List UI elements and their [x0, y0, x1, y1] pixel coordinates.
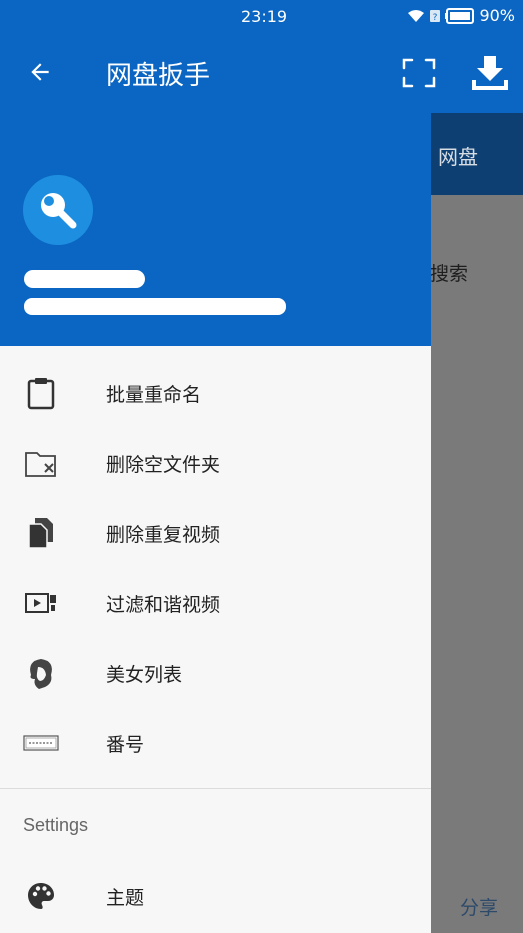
avatar[interactable] [23, 175, 93, 245]
duplicate-files-icon [22, 514, 60, 552]
svg-text:?: ? [433, 13, 438, 23]
menu-item-delete-duplicate-videos[interactable]: 删除重复视频 [0, 498, 431, 568]
menu-item-label: 番号 [106, 733, 145, 756]
menu-item-beauty-list[interactable]: 美女列表 [0, 638, 431, 708]
palette-icon [22, 877, 60, 915]
status-icons: ? 90% [407, 6, 515, 25]
background-share-label: 分享 [460, 897, 499, 919]
battery-percent: 90% [479, 6, 515, 25]
menu-item-label: 删除重复视频 [106, 523, 221, 546]
clipboard-icon [22, 374, 60, 412]
scan-button[interactable] [396, 50, 442, 96]
menu-item-label: 删除空文件夹 [106, 453, 221, 476]
scan-frame-icon [402, 58, 436, 88]
menu-item-label: 过滤和谐视频 [106, 593, 221, 616]
sim-icon: ? [430, 9, 441, 23]
wrench-icon [41, 193, 77, 229]
menu-item-label: 主题 [106, 886, 145, 909]
redacted-username [24, 270, 145, 288]
settings-section-title: Settings [23, 815, 89, 835]
menu-item-delete-empty-folders[interactable]: 删除空文件夹 [0, 428, 431, 498]
redacted-email [24, 298, 286, 315]
background-search-label: 搜索 [430, 263, 469, 285]
arrow-left-icon [31, 63, 49, 81]
download-icon [472, 56, 508, 90]
woman-icon [22, 654, 60, 692]
menu-item-label: 美女列表 [106, 663, 183, 686]
download-button[interactable] [468, 50, 512, 96]
app-header: 23:19 ? 90% 网盘扳手 [0, 0, 523, 113]
divider [0, 788, 431, 789]
battery-icon [445, 7, 475, 24]
status-time: 23:19 [241, 7, 288, 26]
background-tab-label: 网盘 [438, 145, 478, 169]
page-title: 网盘扳手 [106, 61, 211, 91]
drawer-menu: 批量重命名 删除空文件夹 删除重复视频 过滤和谐视频 美女列表 番号 [0, 358, 431, 778]
navigation-drawer: 批量重命名 删除空文件夹 删除重复视频 过滤和谐视频 美女列表 番号 Setti… [0, 113, 431, 933]
menu-item-batch-rename[interactable]: 批量重命名 [0, 358, 431, 428]
drawer-header [0, 113, 431, 346]
video-filter-icon [22, 584, 60, 622]
menu-item-theme[interactable]: 主题 [0, 861, 431, 931]
license-plate-icon [22, 724, 60, 762]
menu-item-filter-videos[interactable]: 过滤和谐视频 [0, 568, 431, 638]
wifi-icon [408, 9, 425, 22]
menu-item-code-number[interactable]: 番号 [0, 708, 431, 778]
back-button[interactable] [20, 52, 60, 92]
folder-delete-icon [22, 444, 60, 482]
menu-item-label: 批量重命名 [106, 383, 202, 406]
